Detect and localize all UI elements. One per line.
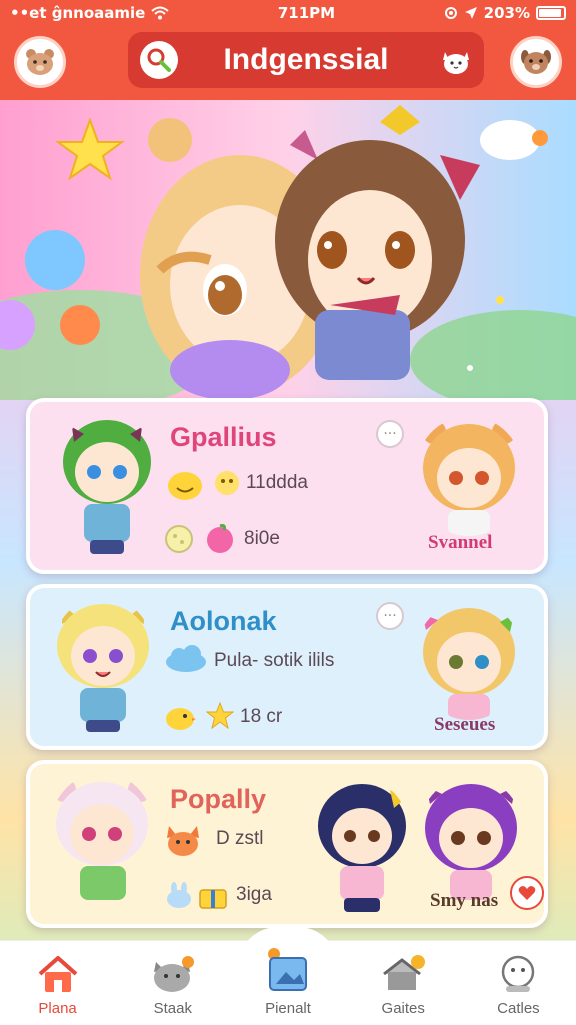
app-header: Indgenssial (0, 26, 576, 100)
gift-box-icon (199, 889, 227, 909)
card-info-secondary: 3iga (236, 884, 272, 905)
white-hair-character (52, 778, 152, 900)
status-bar: ••et ĝnnoaamie 711PM 203% (0, 0, 576, 26)
card-tag: Svannel (428, 532, 493, 553)
smiley-sticker-icon (168, 472, 202, 500)
hero-illustration (0, 100, 576, 400)
house-icon (383, 955, 426, 990)
card-tag: Seseues (434, 714, 496, 735)
chick-icon (166, 708, 196, 730)
more-options-icon[interactable]: ··· (376, 602, 404, 630)
search-icon[interactable] (140, 41, 178, 79)
nav-label: Pienalt (265, 1000, 311, 1017)
card-info-primary: Pula- sotik ilils (214, 650, 335, 671)
nav-label: Plana (38, 1000, 77, 1017)
character-card-3[interactable]: Popally D zstl 3iga Smy nas (26, 760, 548, 928)
title-bar[interactable]: Indgenssial (128, 32, 484, 88)
heart-icon (518, 886, 536, 900)
wifi-icon (151, 6, 170, 20)
battery-percent: 203% (483, 4, 530, 22)
star-icon (206, 702, 234, 730)
purple-hair-character (425, 784, 517, 900)
bunny-sticker-icon (167, 882, 191, 908)
nav-label: Staak (153, 1000, 192, 1017)
card-name: Popally (170, 784, 267, 814)
profile-icon (502, 955, 535, 992)
character-card-1[interactable]: Gpallius ··· 11ddda 8i0e Svannel (26, 398, 548, 574)
pet-icon (153, 956, 194, 992)
character-card-2[interactable]: Aolonak ··· Pula- sotik ilils 18 cr Sese… (26, 584, 548, 750)
nav-item-pienalt[interactable]: Pienalt (230, 941, 345, 1025)
carrier-label: ••et ĝnnoaamie (10, 4, 146, 22)
nav-item-staak[interactable]: Staak (115, 941, 230, 1025)
card-info-primary: D zstl (216, 828, 264, 849)
cat-icon[interactable] (438, 43, 474, 79)
fox-face-icon (167, 826, 199, 856)
hero-banner (0, 100, 576, 400)
clock: 711PM (277, 4, 336, 22)
more-options-icon[interactable]: ··· (376, 420, 404, 448)
peach-icon (207, 524, 233, 553)
home-icon (38, 956, 77, 992)
battery-icon (535, 6, 566, 20)
nav-item-gaites[interactable]: Gaites (346, 941, 461, 1025)
nav-item-catles[interactable]: Catles (461, 941, 576, 1025)
navigation-icon (464, 7, 477, 19)
photo-icon (268, 948, 307, 991)
green-hair-character (63, 420, 151, 554)
nav-label: Catles (497, 1000, 540, 1017)
lime-slice-icon (165, 525, 193, 553)
bear-avatar-icon (26, 49, 54, 75)
card-info-primary: 11ddda (246, 472, 308, 493)
card-name: Aolonak (170, 606, 277, 636)
navy-hair-character (318, 784, 406, 912)
location-icon (444, 7, 457, 19)
yellow-face-icon (215, 471, 239, 495)
right-avatar-button[interactable] (510, 36, 562, 88)
nav-label: Gaites (381, 1000, 425, 1017)
favorite-button[interactable] (510, 876, 544, 910)
blonde-character (57, 604, 149, 732)
page-title: Indgenssial (223, 43, 389, 76)
left-avatar-button[interactable] (14, 36, 66, 88)
pink-bow-character (422, 608, 515, 720)
cloud-icon (166, 645, 206, 672)
orange-hair-character (422, 420, 516, 536)
card-info-secondary: 18 cr (240, 706, 283, 727)
card-tag: Smy nas (430, 890, 499, 911)
nav-item-plana[interactable]: Plana (0, 941, 115, 1025)
dog-avatar-icon (521, 50, 551, 74)
bottom-navigation: Plana Staak Pienalt Gaites Catles (0, 927, 576, 1025)
card-name: Gpallius (170, 422, 277, 452)
card-info-secondary: 8i0e (244, 528, 280, 549)
